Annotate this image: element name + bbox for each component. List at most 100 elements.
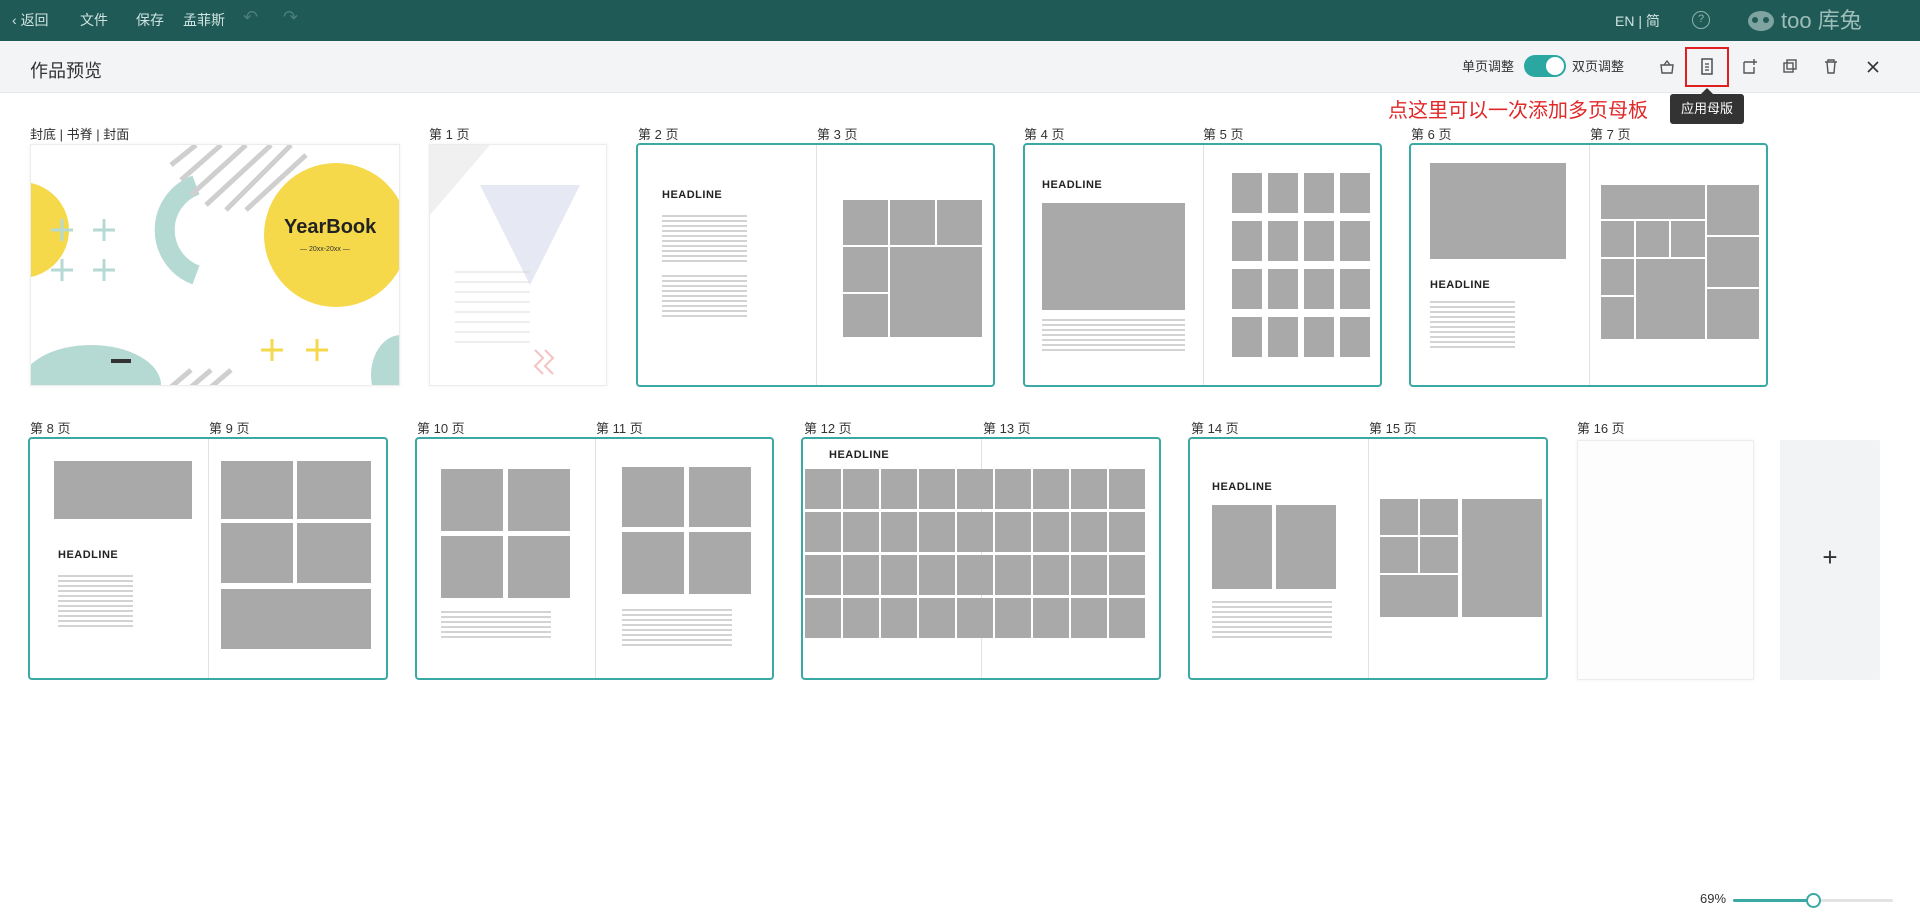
save-button[interactable]: 保存	[136, 11, 164, 29]
photo-placeholder	[441, 536, 503, 598]
add-page-button[interactable]	[1736, 54, 1762, 80]
photo-placeholder	[919, 469, 955, 509]
spread-12-13-thumbnail[interactable]: HEADLINE	[801, 437, 1161, 680]
photo-placeholder	[995, 555, 1031, 595]
duplicate-button[interactable]	[1777, 54, 1803, 80]
page-16-thumbnail[interactable]	[1577, 440, 1754, 680]
photo-placeholder	[957, 512, 993, 552]
photo-placeholder	[221, 461, 293, 519]
help-icon[interactable]: ?	[1692, 11, 1710, 29]
delete-button[interactable]	[1818, 54, 1844, 80]
redo-icon[interactable]: ↷	[283, 8, 298, 26]
photo-placeholder	[508, 536, 570, 598]
headline-text: HEADLINE	[1430, 279, 1491, 291]
cover-art-icon	[31, 145, 399, 385]
zoom-slider-handle[interactable]	[1806, 893, 1821, 908]
trash-icon	[1825, 59, 1837, 74]
spread-fold	[208, 439, 209, 678]
photo-placeholder	[805, 469, 841, 509]
photo-placeholder	[1601, 221, 1634, 257]
language-switch[interactable]: EN | 简	[1615, 11, 1660, 31]
body-text-block	[662, 275, 747, 320]
undo-icon[interactable]: ↶	[243, 8, 258, 26]
photo-placeholder	[1033, 555, 1069, 595]
cover-years: — 20xx-20xx —	[300, 246, 350, 253]
project-name[interactable]: 孟菲斯	[183, 11, 225, 29]
photo-placeholder	[1071, 598, 1107, 638]
add-page-icon	[1743, 59, 1757, 74]
photo-placeholder	[1707, 237, 1759, 287]
back-button[interactable]: ‹ 返回	[12, 11, 49, 29]
zoom-level: 69%	[1700, 891, 1727, 906]
photo-placeholder	[54, 461, 192, 519]
photo-placeholder	[441, 469, 503, 531]
page-title: 作品预览	[30, 61, 102, 81]
photo-placeholder	[843, 512, 879, 552]
headline-text: HEADLINE	[829, 449, 890, 461]
spread-14-15-thumbnail[interactable]: HEADLINE	[1188, 437, 1548, 680]
label-cover: 封底 | 书脊 | 封面	[30, 127, 130, 142]
label-page-7: 第 7 页	[1590, 127, 1631, 142]
photo-placeholder	[1071, 469, 1107, 509]
photo-placeholder	[1033, 469, 1069, 509]
single-page-label[interactable]: 单页调整	[1462, 56, 1514, 75]
spread-8-9-thumbnail[interactable]: HEADLINE	[28, 437, 388, 680]
photo-placeholder	[1636, 259, 1705, 339]
photo-placeholder	[1268, 221, 1298, 261]
photo-placeholder	[843, 598, 879, 638]
headline-text: HEADLINE	[662, 189, 723, 201]
photo-placeholder	[890, 247, 982, 337]
photo-placeholder	[1042, 203, 1185, 310]
add-page-tile[interactable]: +	[1780, 440, 1880, 680]
file-menu[interactable]: 文件	[80, 11, 108, 29]
label-page-14: 第 14 页	[1191, 421, 1239, 436]
spread-6-7-thumbnail[interactable]: HEADLINE	[1409, 143, 1768, 387]
photo-placeholder	[1420, 499, 1458, 535]
lang-cn[interactable]: 简	[1646, 13, 1660, 29]
photo-placeholder	[1707, 185, 1759, 235]
photo-placeholder	[881, 598, 917, 638]
photo-placeholder	[297, 523, 371, 583]
photo-placeholder	[1033, 512, 1069, 552]
plus-icon: +	[1822, 542, 1838, 572]
body-text-block	[441, 611, 551, 641]
photo-placeholder	[919, 555, 955, 595]
photo-placeholder	[1212, 505, 1272, 589]
spread-10-11-thumbnail[interactable]	[415, 437, 774, 680]
photo-placeholder	[995, 469, 1031, 509]
preview-header: 作品预览 单页调整 双页调整	[0, 41, 1920, 93]
page-mode-toggle[interactable]	[1524, 55, 1566, 77]
spread-fold	[816, 145, 817, 385]
headline-text: HEADLINE	[1212, 481, 1273, 493]
label-page-12: 第 12 页	[804, 421, 852, 436]
lang-en[interactable]: EN	[1615, 13, 1634, 29]
spread-4-5-thumbnail[interactable]: HEADLINE	[1023, 143, 1382, 387]
spread-fold	[1589, 145, 1590, 385]
double-page-label[interactable]: 双页调整	[1572, 56, 1624, 75]
zoom-slider[interactable]	[1733, 893, 1893, 908]
photo-placeholder	[622, 467, 684, 527]
page-1-thumbnail[interactable]	[429, 144, 607, 386]
apply-template-button[interactable]	[1685, 47, 1729, 87]
basket-icon	[1660, 59, 1674, 74]
label-page-9: 第 9 页	[209, 421, 250, 436]
print-button[interactable]	[1654, 54, 1680, 80]
close-icon	[1867, 61, 1879, 73]
close-button[interactable]	[1860, 54, 1886, 80]
photo-placeholder	[805, 512, 841, 552]
photo-placeholder	[957, 469, 993, 509]
apply-template-tooltip: 应用母版	[1670, 88, 1744, 124]
photo-placeholder	[1462, 499, 1542, 617]
photo-placeholder	[1304, 173, 1334, 213]
photo-placeholder	[221, 589, 371, 649]
photo-placeholder	[1232, 317, 1262, 357]
spread-2-3-thumbnail[interactable]: HEADLINE	[636, 143, 995, 387]
cover-thumbnail[interactable]: YearBook — 20xx-20xx —	[30, 144, 400, 386]
photo-placeholder	[622, 532, 684, 594]
label-page-15: 第 15 页	[1369, 421, 1417, 436]
copy-icon	[1783, 59, 1797, 73]
toggle-knob	[1546, 57, 1564, 75]
photo-placeholder	[937, 200, 982, 245]
photo-placeholder	[881, 555, 917, 595]
top-bar: ‹ 返回 文件 保存 孟菲斯 ↶ ↷ EN | 简 ? too 库兔	[0, 0, 1920, 41]
